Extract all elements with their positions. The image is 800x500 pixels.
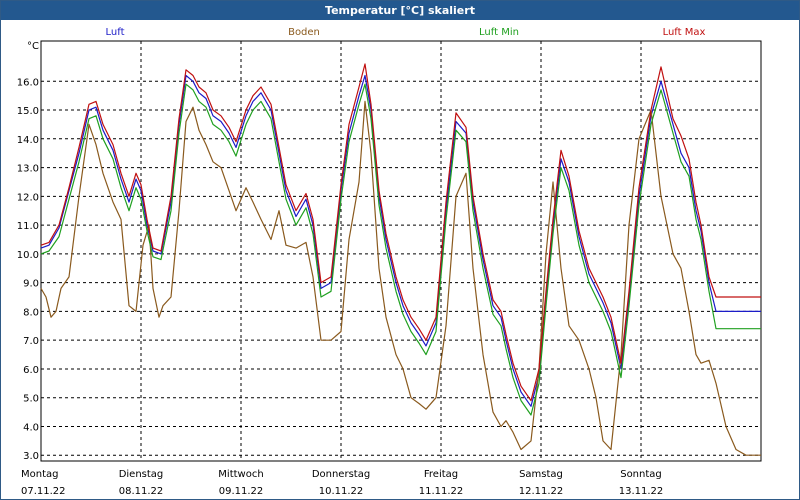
y-tick-label: 9.0 [23,279,39,290]
y-tick-label: 8.0 [23,307,39,318]
x-tick-date: 08.11.22 [119,486,164,497]
y-tick-label: 16.0 [17,77,39,88]
y-tick-label: 3.0 [23,451,39,462]
legend-boden: Boden [288,27,320,38]
x-tick-weekday: Sonntag [620,469,662,480]
x-tick-weekday: Donnerstag [312,469,370,480]
x-tick-weekday: Samstag [519,469,563,480]
y-tick-label: 6.0 [23,365,39,376]
y-axis-unit: °C [27,41,39,52]
legend-luft-max: Luft Max [663,27,706,38]
x-tick-date: 09.11.22 [219,486,264,497]
x-tick-weekday: Freitag [424,469,458,480]
y-tick-label: 15.0 [17,106,39,117]
x-tick-date: 11.11.22 [419,486,464,497]
x-tick-weekday: Dienstag [119,469,164,480]
x-tick-date: 12.11.22 [519,486,564,497]
legend-luft: Luft [106,27,125,38]
y-tick-label: 10.0 [17,250,39,261]
y-tick-label: 14.0 [17,135,39,146]
y-tick-label: 12.0 [17,192,39,203]
x-tick-date: 07.11.22 [21,486,66,497]
y-tick-label: 11.0 [17,221,39,232]
legend-luft-min: Luft Min [479,27,519,38]
y-tick-label: 4.0 [23,422,39,433]
y-tick-label: 7.0 [23,336,39,347]
chart-window: Temperatur [°C] skaliert 3.0 4.0 5.0 6.0 7.0… [0,0,800,500]
x-tick-date: 10.11.22 [319,486,364,497]
x-tick-weekday: Mittwoch [218,469,263,480]
x-tick-date: 13.11.22 [619,486,664,497]
y-tick-label: 13.0 [17,164,39,175]
x-tick-weekday: Montag [21,469,58,480]
y-tick-label: 5.0 [23,394,39,405]
temperature-chart: 3.0 4.0 5.0 6.0 7.0 8.0 9.0 10.0 11.0 12.0 13.0 14.… [17,27,762,497]
